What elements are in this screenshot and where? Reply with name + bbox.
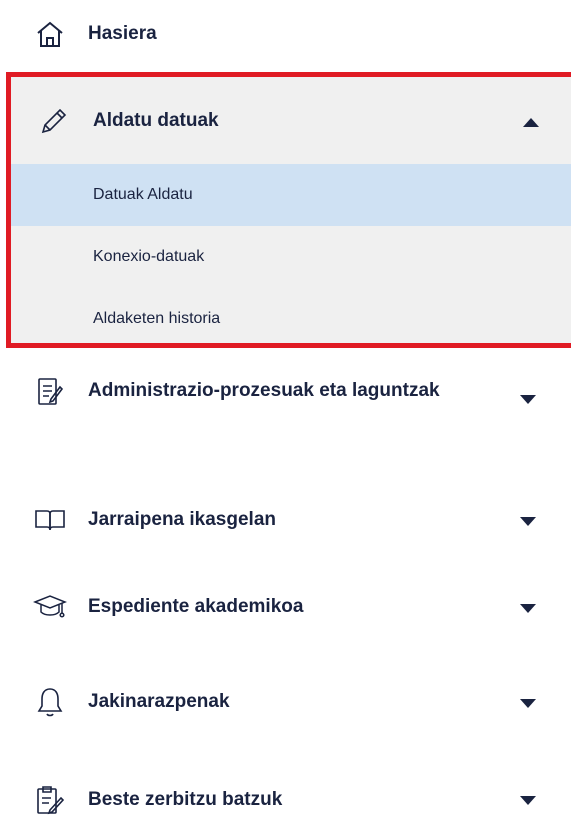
menu-item-beste-zerbitzu-label: Beste zerbitzu batzuk <box>88 789 283 810</box>
submenu-item-datuak-aldatu[interactable]: Datuak Aldatu <box>11 164 571 226</box>
menu-item-jakinarazpenak-label: Jakinarazpenak <box>88 691 230 712</box>
menu-item-jarraipena-label: Jarraipena ikasgelan <box>88 509 276 530</box>
chevron-down-icon[interactable] <box>518 697 538 709</box>
menu-item-aldatu-datuak[interactable]: Aldatu datuak <box>11 89 571 153</box>
home-icon <box>30 20 70 48</box>
expanded-menu-group: Aldatu datuak Datuak Aldatu Konexio-datu… <box>6 72 571 348</box>
submenu-item-konexio-datuak[interactable]: Konexio-datuak <box>11 226 571 288</box>
chevron-down-icon[interactable] <box>518 794 538 806</box>
form-icon <box>30 377 70 407</box>
menu-item-espediente-label: Espediente akademikoa <box>88 596 304 617</box>
menu-item-beste-zerbitzu[interactable]: Beste zerbitzu batzuk <box>0 780 571 820</box>
chevron-down-icon[interactable] <box>518 602 538 614</box>
submenu-item-aldaketen-historia[interactable]: Aldaketen historia <box>11 288 571 350</box>
book-icon <box>30 508 70 532</box>
submenu-item-label: Konexio-datuak <box>93 248 205 265</box>
document-edit-icon <box>30 784 70 816</box>
menu-item-espediente[interactable]: Espediente akademikoa <box>0 587 571 627</box>
submenu-item-label: Datuak Aldatu <box>93 186 193 203</box>
menu-item-administrazio[interactable]: Administrazio-prozesuak eta laguntzak <box>0 375 571 445</box>
chevron-down-icon[interactable] <box>518 515 538 527</box>
submenu-item-label: Aldaketen historia <box>93 310 221 327</box>
chevron-up-icon[interactable] <box>521 115 541 127</box>
menu-item-home-label: Hasiera <box>88 23 157 44</box>
chevron-down-icon[interactable] <box>518 393 538 405</box>
graduation-cap-icon <box>30 593 70 621</box>
menu-item-home[interactable]: Hasiera <box>0 14 571 54</box>
menu-item-jakinarazpenak[interactable]: Jakinarazpenak <box>0 680 571 724</box>
menu-item-administrazio-label: Administrazio-prozesuak eta laguntzak <box>88 380 440 401</box>
bell-icon <box>30 686 70 718</box>
menu-item-aldatu-datuak-label: Aldatu datuak <box>93 110 219 131</box>
pencil-icon <box>33 105 73 137</box>
menu-item-jarraipena[interactable]: Jarraipena ikasgelan <box>0 500 571 540</box>
